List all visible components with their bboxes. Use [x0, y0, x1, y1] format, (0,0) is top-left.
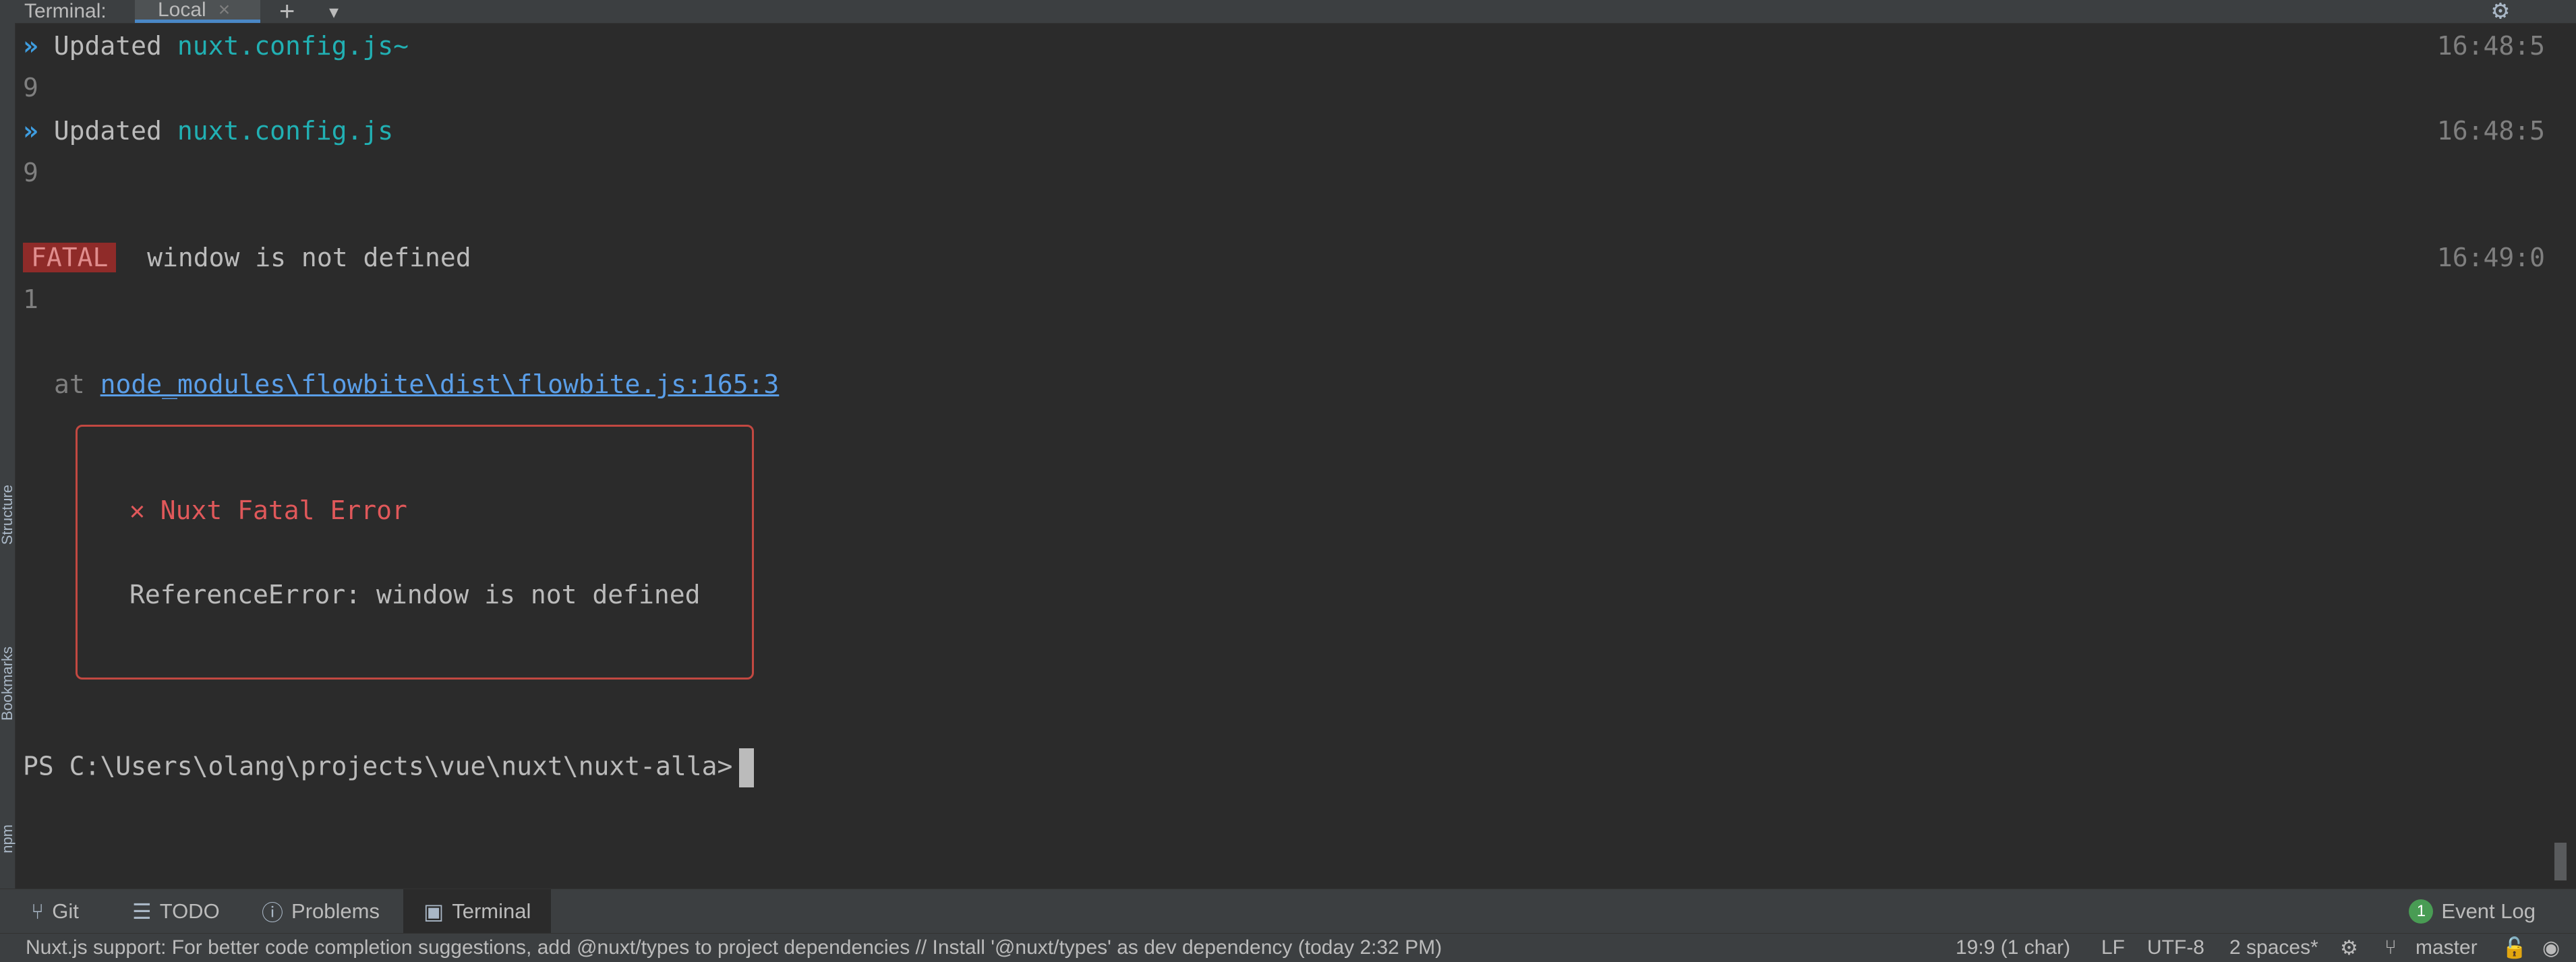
- status-bar: Nuxt.js support: For better code complet…: [0, 933, 2576, 962]
- shell-prompt[interactable]: PS C:\Users\olang\projects\vue\nuxt\nuxt…: [23, 748, 755, 787]
- timestamp: 16:48:5: [2436, 31, 2545, 61]
- sidebar-tab-npm[interactable]: npm: [0, 798, 16, 879]
- git-branch-icon: ⑂: [2384, 936, 2397, 959]
- sidebar-tab-structure[interactable]: Structure: [0, 448, 16, 582]
- toolwindow-problems[interactable]: ⓘ Problems: [262, 889, 380, 934]
- toolwindow-terminal[interactable]: ▣ Terminal: [403, 889, 552, 934]
- timestamp: 16:49:0: [2436, 243, 2545, 272]
- toolwindow-todo[interactable]: ☰ TODO: [132, 889, 220, 934]
- sidebar-tab-bookmarks[interactable]: Bookmarks: [0, 616, 16, 751]
- file-encoding[interactable]: UTF-8: [2147, 936, 2204, 959]
- event-log-button[interactable]: 1 Event Log: [2409, 889, 2536, 934]
- indent-setting[interactable]: 2 spaces*: [2229, 936, 2318, 959]
- wrap-digit: 9: [23, 158, 38, 187]
- tab-local[interactable]: Local ×: [135, 0, 260, 23]
- wrap-digit: 9: [23, 73, 38, 102]
- wrap-digit: 1: [23, 284, 38, 314]
- line-separator[interactable]: LF: [2101, 936, 2125, 959]
- caret-position[interactable]: 19:9 (1 char): [1956, 936, 2070, 959]
- error-title: ✕ Nuxt Fatal Error: [129, 495, 407, 525]
- file-name: nuxt.config.js: [177, 116, 394, 146]
- list-icon: ☰: [132, 899, 152, 924]
- toolwindow-git[interactable]: ⑂ Git: [31, 889, 79, 934]
- terminal-tab-bar: Terminal: Local × + ▾ ⚙: [0, 0, 2576, 26]
- fatal-badge: FATAL: [23, 243, 117, 272]
- terminal-icon: ▣: [423, 899, 444, 924]
- fatal-line: FATAL window is not defined: [23, 241, 471, 274]
- eye-icon[interactable]: ◉: [2542, 936, 2560, 960]
- git-branch-icon: ⑂: [31, 899, 45, 924]
- close-icon[interactable]: ×: [218, 0, 231, 22]
- close-icon: ✕: [129, 495, 145, 525]
- error-detail: ReferenceError: window is not defined: [129, 580, 701, 609]
- git-branch[interactable]: master: [2416, 936, 2478, 959]
- file-name: nuxt.config.js~: [177, 31, 409, 61]
- log-line: » Updated nuxt.config.js: [23, 116, 394, 146]
- info-icon: ⓘ: [262, 901, 284, 925]
- lock-icon[interactable]: 🔓: [2502, 936, 2527, 960]
- add-tab-button[interactable]: +: [279, 0, 295, 26]
- gear-icon[interactable]: ⚙: [2492, 0, 2509, 26]
- chevron-down-icon: ▾: [329, 1, 339, 22]
- status-message[interactable]: Nuxt.js support: For better code complet…: [26, 936, 1442, 959]
- chevron-icon: »: [23, 31, 38, 61]
- log-line: » Updated nuxt.config.js~: [23, 31, 409, 61]
- error-box: [76, 425, 754, 680]
- settings-icon[interactable]: ⚙: [2340, 936, 2358, 960]
- chevron-icon: »: [23, 116, 38, 146]
- scrollbar-thumb[interactable]: [2554, 843, 2567, 880]
- text-cursor: [739, 748, 755, 787]
- tab-dropdown-button[interactable]: ▾: [329, 0, 339, 23]
- terminal-title: Terminal:: [24, 0, 107, 22]
- stack-trace-link[interactable]: node_modules\flowbite\dist\flowbite.js:1…: [100, 369, 780, 399]
- tool-window-bar: ⑂ Git ☰ TODO ⓘ Problems ▣ Terminal 1 Eve…: [0, 889, 2576, 934]
- event-count-badge: 1: [2409, 899, 2434, 924]
- left-sidebar: Structure Bookmarks npm: [0, 23, 16, 889]
- stack-line: at node_modules\flowbite\dist\flowbite.j…: [54, 369, 780, 399]
- timestamp: 16:48:5: [2436, 116, 2545, 146]
